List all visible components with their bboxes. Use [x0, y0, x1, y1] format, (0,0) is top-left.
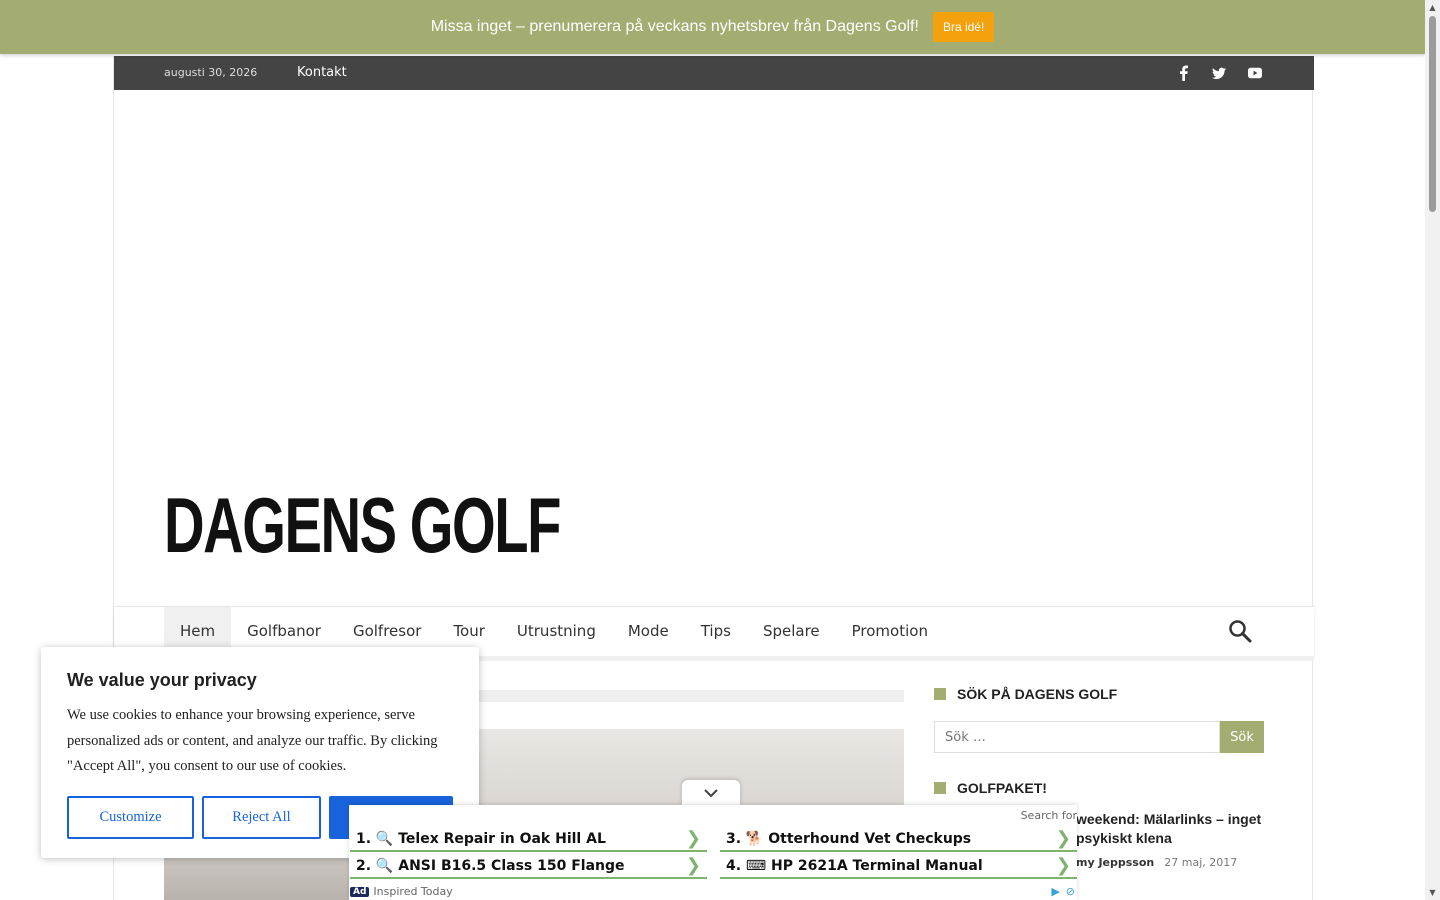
title-square: [934, 782, 946, 794]
ad-search-for-label: Search for: [1020, 809, 1077, 822]
golfpaket-label: GOLFPAKET!: [957, 780, 1059, 796]
nav-item-mode[interactable]: Mode: [612, 607, 685, 655]
nav-item-utrustning[interactable]: Utrustning: [501, 607, 612, 655]
page-scrollbar[interactable]: ▲ ▼: [1425, 0, 1440, 900]
ad-link[interactable]: 4. ⌨ HP 2621A Terminal Manual ❯: [720, 854, 1077, 879]
notice-text: Missa inget – prenumerera på veckans nyh…: [430, 18, 919, 35]
ad-footer: Ad Inspired Today: [350, 885, 453, 898]
ad-link-label: 4. ⌨ HP 2621A Terminal Manual: [726, 857, 983, 874]
post-author[interactable]: my Jeppsson: [1076, 856, 1154, 869]
golfpaket-widget-title: GOLFPAKET!: [934, 778, 1264, 798]
search-icon[interactable]: [1228, 619, 1252, 643]
nav-item-tips[interactable]: Tips: [685, 607, 747, 655]
contact-link[interactable]: Kontakt: [297, 65, 347, 80]
youtube-icon[interactable]: [1248, 63, 1262, 83]
ad-badge: Ad: [350, 886, 370, 897]
social-links: [1176, 63, 1262, 83]
chevron-right-icon: ❯: [685, 855, 701, 876]
ad-link-label: 3. 🐕 Otterhound Vet Checkups: [726, 830, 972, 847]
site-logo[interactable]: DAGENS GOLF: [164, 486, 561, 564]
twitter-icon[interactable]: [1212, 63, 1226, 83]
bottom-ad-banner: Search for 1. 🔍 Telex Repair in Oak Hill…: [349, 805, 1077, 900]
chevron-right-icon: ❯: [1055, 855, 1071, 876]
scroll-thumb[interactable]: [1429, 16, 1436, 212]
scroll-up-icon[interactable]: ▲: [1425, 0, 1440, 15]
sidebar-post-meta: my Jeppsson 27 maj, 2017: [1076, 856, 1237, 869]
post-date: 27 maj, 2017: [1164, 856, 1238, 869]
sidebar-post-title[interactable]: weekend: Mälarlinks – inget psykiskt kle…: [1076, 810, 1264, 848]
chevron-down-icon: [704, 789, 718, 798]
ad-link-label: 1. 🔍 Telex Repair in Oak Hill AL: [356, 830, 606, 847]
nav-item-promotion[interactable]: Promotion: [836, 607, 944, 655]
customize-button[interactable]: Customize: [67, 796, 194, 839]
search-widget-title: SÖK PÅ DAGENS GOLF: [934, 684, 1264, 704]
top-bar: augusti 30, 2026 Kontakt: [114, 56, 1314, 90]
cookie-description: We use cookies to enhance your browsing …: [67, 707, 438, 774]
nav-item-spelare[interactable]: Spelare: [747, 607, 836, 655]
ad-choices[interactable]: ▶ ⊘: [1051, 885, 1075, 898]
ad-link[interactable]: 3. 🐕 Otterhound Vet Checkups ❯: [720, 827, 1077, 852]
notice-subscribe-button[interactable]: Bra idé!: [932, 12, 995, 42]
facebook-icon[interactable]: [1176, 63, 1190, 83]
ad-link[interactable]: 1. 🔍 Telex Repair in Oak Hill AL ❯: [350, 827, 707, 852]
newsletter-notice-bar: Missa inget – prenumerera på veckans nyh…: [0, 0, 1425, 54]
sidebar-search-form: Sök: [934, 721, 1264, 753]
search-widget-label: SÖK PÅ DAGENS GOLF: [957, 686, 1130, 702]
sidebar-search-button[interactable]: Sök: [1220, 721, 1264, 753]
ad-link-label: 2. 🔍 ANSI B16.5 Class 150 Flange: [356, 857, 625, 874]
sidebar-search-input[interactable]: [934, 721, 1220, 753]
adchoices-icon[interactable]: ▶: [1051, 885, 1059, 898]
title-square: [934, 688, 946, 700]
chevron-right-icon: ❯: [1055, 828, 1071, 849]
reject-all-button[interactable]: Reject All: [202, 796, 321, 839]
ad-link[interactable]: 2. 🔍 ANSI B16.5 Class 150 Flange ❯: [350, 854, 707, 879]
scroll-down-icon[interactable]: ▼: [1425, 885, 1440, 900]
ad-source[interactable]: Inspired Today: [373, 885, 452, 898]
cookie-title: We value your privacy: [67, 670, 257, 690]
ad-collapse-toggle[interactable]: [682, 780, 740, 806]
chevron-right-icon: ❯: [685, 828, 701, 849]
current-date: augusti 30, 2026: [164, 66, 258, 79]
close-ad-icon[interactable]: ⊘: [1066, 885, 1075, 898]
